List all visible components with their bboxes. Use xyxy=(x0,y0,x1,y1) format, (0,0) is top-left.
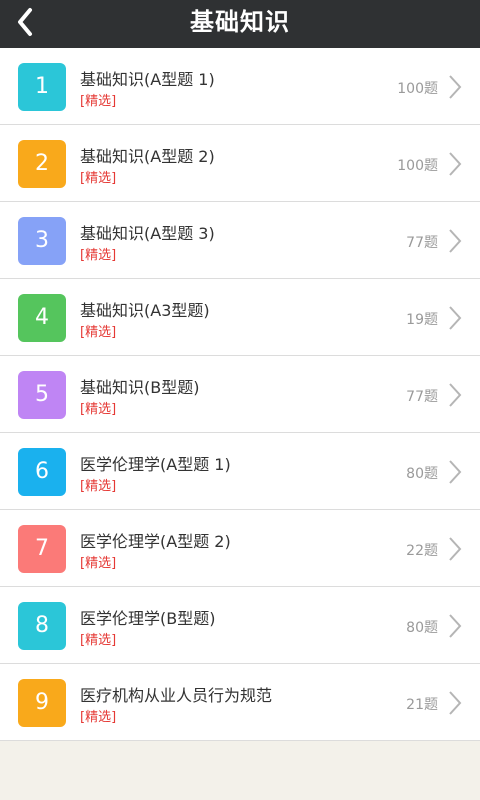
question-count: 100题 xyxy=(397,158,438,174)
question-count: 19题 xyxy=(406,312,438,328)
question-bank-list: 1 基础知识(A型题 1) [精选] 100题 2 基础知识(A型题 2) [精… xyxy=(0,48,480,741)
question-count: 77题 xyxy=(406,389,438,405)
item-title: 医学伦理学(A型题 1) xyxy=(80,455,231,474)
number-badge: 1 xyxy=(18,63,66,111)
number-badge: 4 xyxy=(18,294,66,342)
number-badge: 5 xyxy=(18,371,66,419)
item-title: 基础知识(A型题 3) xyxy=(80,224,215,243)
question-count: 21题 xyxy=(406,697,438,713)
list-item[interactable]: 1 基础知识(A型题 1) [精选] 100题 xyxy=(0,48,480,125)
chevron-right-icon xyxy=(449,152,462,176)
list-item[interactable]: 6 医学伦理学(A型题 1) [精选] 80题 xyxy=(0,433,480,510)
featured-tag: [精选] xyxy=(80,94,117,109)
item-title: 医学伦理学(B型题) xyxy=(80,609,216,628)
list-item[interactable]: 3 基础知识(A型题 3) [精选] 77题 xyxy=(0,202,480,279)
list-item[interactable]: 8 医学伦理学(B型题) [精选] 80题 xyxy=(0,587,480,664)
chevron-right-icon xyxy=(449,537,462,561)
number-badge: 9 xyxy=(18,679,66,727)
number-badge: 3 xyxy=(18,217,66,265)
list-item[interactable]: 4 基础知识(A3型题) [精选] 19题 xyxy=(0,279,480,356)
chevron-right-icon xyxy=(449,75,462,99)
chevron-right-icon xyxy=(449,383,462,407)
number-badge: 7 xyxy=(18,525,66,573)
featured-tag: [精选] xyxy=(80,710,117,725)
featured-tag: [精选] xyxy=(80,402,117,417)
list-item[interactable]: 5 基础知识(B型题) [精选] 77题 xyxy=(0,356,480,433)
item-title: 基础知识(A型题 2) xyxy=(80,147,215,166)
chevron-right-icon xyxy=(449,460,462,484)
question-count: 80题 xyxy=(406,620,438,636)
list-item[interactable]: 7 医学伦理学(A型题 2) [精选] 22题 xyxy=(0,510,480,587)
top-bar: 基础知识 xyxy=(0,0,480,48)
question-count: 80题 xyxy=(406,466,438,482)
item-title: 基础知识(B型题) xyxy=(80,378,200,397)
list-item[interactable]: 9 医疗机构从业人员行为规范 [精选] 21题 xyxy=(0,664,480,741)
question-count: 100题 xyxy=(397,81,438,97)
item-title: 基础知识(A3型题) xyxy=(80,301,210,320)
featured-tag: [精选] xyxy=(80,556,117,571)
number-badge: 6 xyxy=(18,448,66,496)
chevron-right-icon xyxy=(449,229,462,253)
question-count: 77题 xyxy=(406,235,438,251)
featured-tag: [精选] xyxy=(80,171,117,186)
featured-tag: [精选] xyxy=(80,479,117,494)
number-badge: 2 xyxy=(18,140,66,188)
page-title: 基础知识 xyxy=(190,8,290,36)
item-title: 医疗机构从业人员行为规范 xyxy=(80,686,273,705)
featured-tag: [精选] xyxy=(80,248,117,263)
featured-tag: [精选] xyxy=(80,325,117,340)
item-title: 基础知识(A型题 1) xyxy=(80,70,215,89)
chevron-right-icon xyxy=(449,306,462,330)
question-count: 22题 xyxy=(406,543,438,559)
item-title: 医学伦理学(A型题 2) xyxy=(80,532,231,551)
chevron-right-icon xyxy=(449,691,462,715)
featured-tag: [精选] xyxy=(80,633,117,648)
chevron-right-icon xyxy=(449,614,462,638)
number-badge: 8 xyxy=(18,602,66,650)
list-item[interactable]: 2 基础知识(A型题 2) [精选] 100题 xyxy=(0,125,480,202)
